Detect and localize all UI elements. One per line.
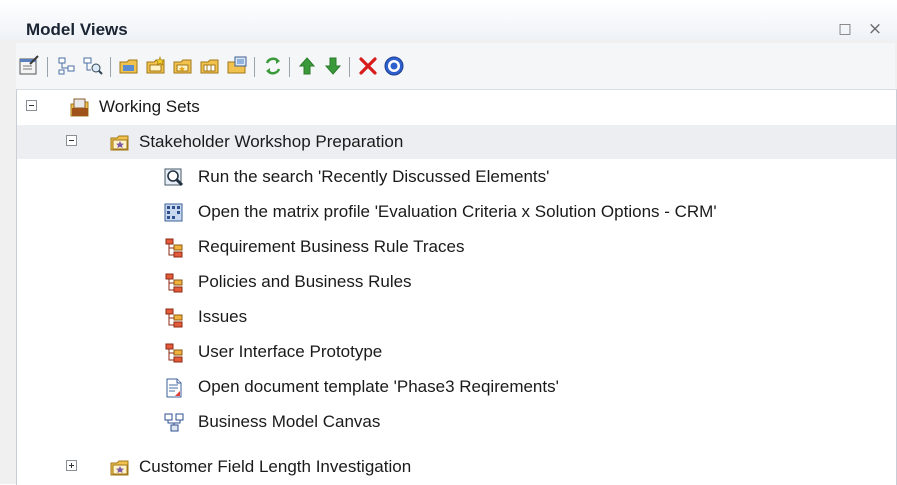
- diagram-icon: [163, 307, 183, 328]
- new-folder-icon[interactable]: [170, 53, 196, 79]
- tree-row-document-template[interactable]: Open document template 'Phase3 Reqiremen…: [17, 370, 896, 404]
- collapse-toggle[interactable]: [26, 100, 37, 111]
- diagram-icon: [163, 342, 183, 363]
- title-bar: Model Views □ ×: [0, 0, 897, 40]
- expand-toggle[interactable]: [66, 460, 77, 471]
- help-icon[interactable]: [381, 53, 407, 79]
- tree-row-label: Requirement Business Rule Traces: [198, 237, 465, 256]
- tree-row-policies-and-business-rules[interactable]: Policies and Business Rules: [17, 265, 896, 299]
- close-button[interactable]: ×: [866, 19, 884, 39]
- tree-row-label: User Interface Prototype: [198, 342, 383, 361]
- diagram-icon: [163, 272, 183, 293]
- toolbar-separator: [254, 57, 255, 77]
- tree-row-requirement-business-rule-traces[interactable]: Requirement Business Rule Traces: [17, 230, 896, 264]
- toolbar-separator: [110, 57, 111, 77]
- new-slideshow-icon[interactable]: [224, 53, 250, 79]
- move-down-icon[interactable]: [320, 53, 346, 79]
- tree-row-stakeholder-workshop-preparation[interactable]: Stakeholder Workshop Preparation: [17, 125, 896, 159]
- diagram-icon: [163, 237, 183, 258]
- tree-row-run-search[interactable]: Run the search 'Recently Discussed Eleme…: [17, 160, 896, 194]
- toolbar-separator: [47, 57, 48, 77]
- toolbar-separator: [289, 57, 290, 77]
- tree-row-label: Policies and Business Rules: [198, 272, 412, 291]
- canvas-diagram-icon: [163, 412, 184, 432]
- window-title: Model Views: [26, 20, 128, 39]
- model-views-tree: Working Sets Stakeholder Workshop Prepar…: [16, 89, 897, 485]
- toolbar-separator: [349, 57, 350, 77]
- model-views-window: Model Views □ × Working Sets Stakeholder…: [0, 0, 897, 485]
- tree-row-label: Open the matrix profile 'Evaluation Crit…: [198, 202, 717, 221]
- maximize-button[interactable]: □: [836, 20, 854, 38]
- new-working-set-icon[interactable]: [116, 53, 142, 79]
- delete-icon[interactable]: [355, 53, 381, 79]
- document-template-icon: [163, 377, 183, 398]
- toolbar: [16, 43, 895, 89]
- new-search-view-icon[interactable]: [80, 53, 106, 79]
- matrix-icon: [163, 202, 183, 222]
- tree-row-label: Issues: [198, 307, 248, 326]
- working-set-folder-icon: [109, 457, 129, 477]
- working-sets-icon: [69, 97, 89, 117]
- search-icon: [163, 167, 184, 187]
- tree-row-issues[interactable]: Issues: [17, 300, 896, 334]
- tree-row-customer-field-length-investigation[interactable]: Customer Field Length Investigation: [17, 450, 896, 484]
- working-set-folder-icon: [109, 132, 129, 152]
- tree-row-label: Open document template 'Phase3 Reqiremen…: [198, 377, 559, 396]
- tree-row-label: Working Sets: [99, 97, 200, 116]
- properties-icon[interactable]: [16, 53, 42, 79]
- refresh-icon[interactable]: [260, 53, 286, 79]
- new-package-icon[interactable]: [197, 53, 223, 79]
- collapse-toggle[interactable]: [66, 135, 77, 146]
- new-favorites-icon[interactable]: [143, 53, 169, 79]
- new-view-icon[interactable]: [54, 53, 80, 79]
- tree-row-business-model-canvas[interactable]: Business Model Canvas: [17, 405, 896, 439]
- tree-row-matrix-profile[interactable]: Open the matrix profile 'Evaluation Crit…: [17, 195, 896, 229]
- tree-row-label: Business Model Canvas: [198, 412, 381, 431]
- move-up-icon[interactable]: [294, 53, 320, 79]
- tree-row-user-interface-prototype[interactable]: User Interface Prototype: [17, 335, 896, 369]
- tree-row-label: Run the search 'Recently Discussed Eleme…: [198, 167, 550, 186]
- tree-row-working-sets[interactable]: Working Sets: [17, 90, 896, 124]
- tree-row-label: Stakeholder Workshop Preparation: [139, 132, 404, 151]
- tree-row-label: Customer Field Length Investigation: [139, 457, 412, 476]
